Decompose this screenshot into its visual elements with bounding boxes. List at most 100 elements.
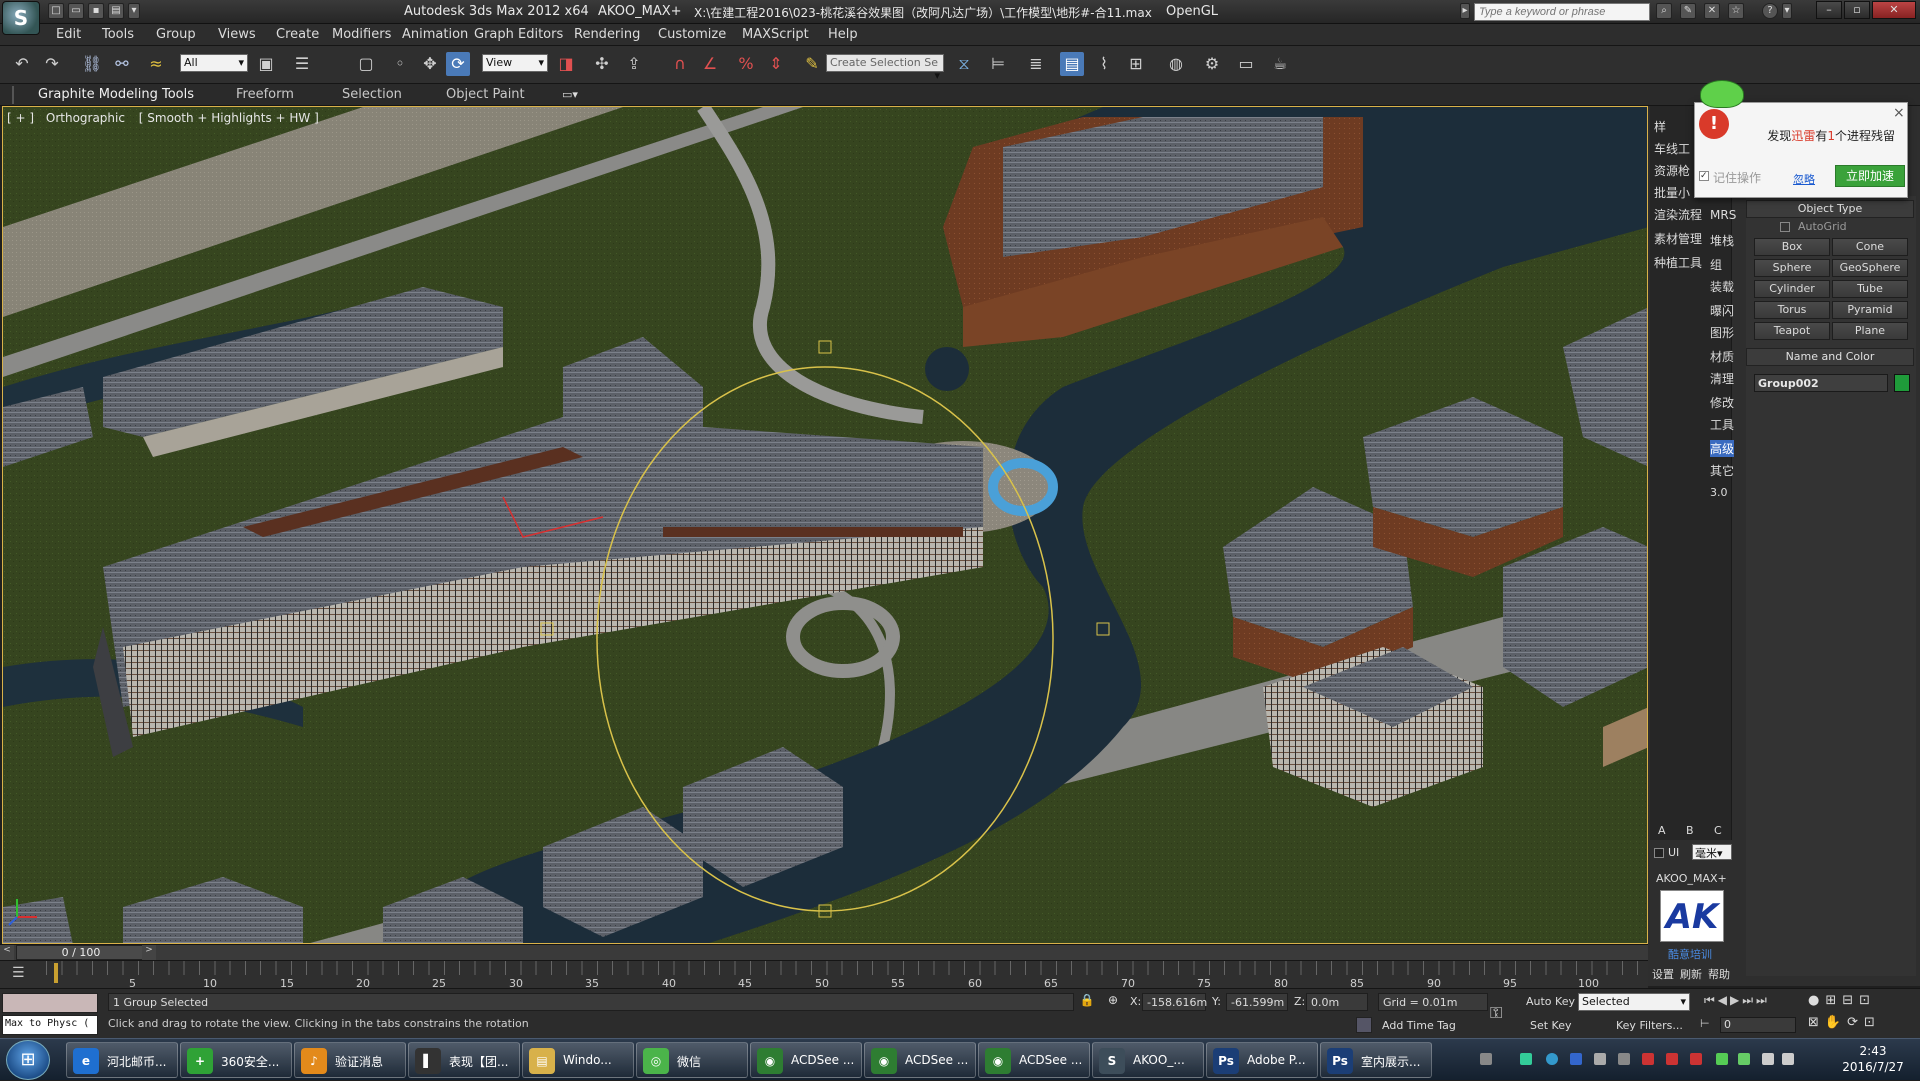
maxscript-input[interactable]: Max to Physc (	[2, 1015, 98, 1035]
reference-coordinate-dropdown[interactable]: View ▾	[482, 54, 548, 72]
menu-graph-editors[interactable]: Graph Editors	[474, 27, 563, 42]
curve-editor-icon[interactable]: ⌇	[1092, 52, 1116, 76]
track-bar[interactable]: ☰ 5 10 15 20 25 30 35 40 45 50 55 60 65 …	[0, 960, 1648, 990]
select-and-manipulate-icon[interactable]: ✣	[590, 52, 614, 76]
material-editor-icon[interactable]: ◍	[1164, 52, 1188, 76]
taskbar-item[interactable]: ◉ ACDSee ...	[750, 1042, 862, 1078]
subscription-icon[interactable]: ✎	[1680, 3, 1696, 19]
menu-group[interactable]: Group	[156, 27, 196, 42]
plane-button[interactable]: Plane	[1832, 322, 1908, 340]
redo-icon[interactable]: ↷	[40, 52, 64, 76]
open-file-icon[interactable]: ▭	[68, 3, 84, 19]
box-button[interactable]: Box	[1754, 238, 1830, 256]
object-name-field[interactable]: Group002	[1754, 374, 1888, 392]
menu-customize[interactable]: Customize	[658, 27, 726, 42]
tray-red-icon-1[interactable]	[1642, 1053, 1654, 1065]
window-crossing-icon[interactable]: ◦	[388, 52, 412, 76]
render-setup-icon[interactable]: ⚙	[1200, 52, 1224, 76]
time-slider-thumb[interactable]: 0 / 100	[16, 945, 146, 960]
teapot-button[interactable]: Teapot	[1754, 322, 1830, 340]
angle-snap-icon[interactable]: ∠	[698, 52, 722, 76]
plugin-link-help[interactable]: 帮助	[1708, 966, 1730, 982]
search-expand-icon[interactable]: ▸	[1460, 3, 1470, 19]
viewport-orthographic[interactable]: [ + ] Orthographic [ Smooth + Highlights…	[2, 106, 1648, 944]
snaps-toggle-icon[interactable]: ∩	[668, 52, 692, 76]
menu-tools[interactable]: Tools	[102, 27, 134, 42]
ui-checkbox[interactable]	[1654, 848, 1664, 858]
menu-animation[interactable]: Animation	[402, 27, 468, 42]
quick-access-dropdown-icon[interactable]: ▾	[128, 3, 140, 19]
ribbon-grip[interactable]	[12, 86, 14, 104]
accelerate-button[interactable]: 立即加速	[1835, 165, 1905, 187]
ignore-link[interactable]: 忽略	[1793, 171, 1815, 187]
plugin-tool-other[interactable]: 其它	[1710, 462, 1734, 479]
remember-checkbox[interactable]: ✓	[1699, 171, 1709, 181]
plugin-item-6[interactable]: 素材管理	[1654, 230, 1702, 247]
viewport-nav-top[interactable]: ●⊞⊟⊡	[1808, 993, 1916, 1011]
unit-dropdown[interactable]: 毫米▾	[1692, 844, 1732, 860]
tube-button[interactable]: Tube	[1832, 280, 1908, 298]
named-selection-dropdown[interactable]: Create Selection Se ▾	[826, 54, 944, 82]
sphere-button[interactable]: Sphere	[1754, 259, 1830, 277]
tray-ie-icon[interactable]	[1546, 1053, 1558, 1065]
percent-snap-icon[interactable]: %	[734, 52, 758, 76]
taskbar-item[interactable]: S AKOO_...	[1092, 1042, 1204, 1078]
align-icon[interactable]: ⊨	[986, 52, 1010, 76]
help-dropdown-icon[interactable]: ▾	[1782, 3, 1792, 19]
undo-icon[interactable]: ↶	[10, 52, 34, 76]
taskbar-item[interactable]: Ps Adobe P...	[1206, 1042, 1318, 1078]
set-key-button[interactable]: Set Key	[1530, 1019, 1572, 1032]
z-coordinate-field[interactable]: 0.0m	[1306, 993, 1368, 1011]
plugin-tab-b[interactable]: B	[1686, 824, 1694, 837]
plugin-link-settings[interactable]: 设置	[1652, 966, 1674, 982]
plugin-tool-clean[interactable]: 清理	[1710, 370, 1734, 387]
tab-freeform[interactable]: Freeform	[236, 87, 294, 102]
plugin-tool-group[interactable]: 组	[1710, 256, 1722, 273]
plugin-tool-advanced[interactable]: 高级	[1710, 440, 1735, 457]
tray-battery-icon[interactable]	[1520, 1053, 1532, 1065]
selection-filter-dropdown[interactable]: All ▾	[180, 54, 248, 72]
plugin-brand-caption[interactable]: 酷意培训	[1668, 946, 1712, 962]
plugin-tool-stack[interactable]: 堆栈	[1710, 232, 1734, 249]
taskbar-item[interactable]: ◉ ACDSee ...	[864, 1042, 976, 1078]
viewport-label[interactable]: [ + ] Orthographic [ Smooth + Highlights…	[7, 111, 319, 125]
tray-shield-icon[interactable]	[1570, 1053, 1582, 1065]
search-input[interactable]	[1474, 3, 1650, 21]
communication-icon[interactable]: ✕	[1704, 3, 1720, 19]
viewport-menu-plus[interactable]: [ + ]	[7, 111, 34, 125]
time-tag-icon[interactable]	[1356, 1017, 1372, 1033]
key-mode-toggle-icon[interactable]: ⊢	[1700, 1017, 1714, 1031]
taskbar-item[interactable]: ▌ 表现【团...	[408, 1042, 520, 1078]
pyramid-button[interactable]: Pyramid	[1832, 301, 1908, 319]
tray-volume-icon[interactable]	[1782, 1053, 1794, 1065]
viewport-shading-mode[interactable]: [ Smooth + Highlights + HW ]	[139, 111, 319, 125]
menu-maxscript[interactable]: MAXScript	[742, 27, 809, 42]
menu-views[interactable]: Views	[218, 27, 256, 42]
bind-space-warp-icon[interactable]: ≈	[144, 52, 168, 76]
plugin-item-5[interactable]: 渲染流程	[1654, 206, 1702, 223]
time-next-icon[interactable]: >	[142, 945, 156, 960]
plugin-tab-c[interactable]: C	[1714, 824, 1722, 837]
tray-red-icon-2[interactable]	[1666, 1053, 1678, 1065]
plugin-tool-flash[interactable]: 曝闪	[1710, 302, 1734, 319]
layer-manager-icon[interactable]: ≣	[1024, 52, 1048, 76]
plugin-item-7[interactable]: 种植工具	[1654, 254, 1702, 271]
plugin-tool-modify[interactable]: 修改	[1710, 394, 1734, 411]
favorites-icon[interactable]: ☆	[1728, 3, 1744, 19]
tray-chat-icon[interactable]	[1738, 1053, 1750, 1065]
plugin-tool-load[interactable]: 装载	[1710, 278, 1734, 295]
start-button[interactable]: ⊞	[6, 1040, 50, 1080]
cone-button[interactable]: Cone	[1832, 238, 1908, 256]
current-frame-field[interactable]: 0	[1720, 1017, 1796, 1033]
taskbar-item[interactable]: ◉ ACDSee ...	[978, 1042, 1090, 1078]
plugin-tool-material[interactable]: 材质	[1710, 348, 1734, 365]
taskbar-item[interactable]: e 河北邮币...	[66, 1042, 178, 1078]
select-and-move-icon[interactable]: ✥	[418, 52, 442, 76]
rectangular-selection-icon[interactable]: ▢	[354, 52, 378, 76]
y-coordinate-field[interactable]: -61.599m	[1226, 993, 1288, 1011]
object-color-swatch[interactable]	[1894, 374, 1910, 392]
add-time-tag[interactable]: Add Time Tag	[1382, 1019, 1456, 1032]
curve-editor-mini-icon[interactable]: ☰	[12, 965, 32, 983]
selection-lock-icon[interactable]: 🔒	[1078, 993, 1096, 1011]
mirror-icon[interactable]: ⧖	[952, 52, 976, 76]
